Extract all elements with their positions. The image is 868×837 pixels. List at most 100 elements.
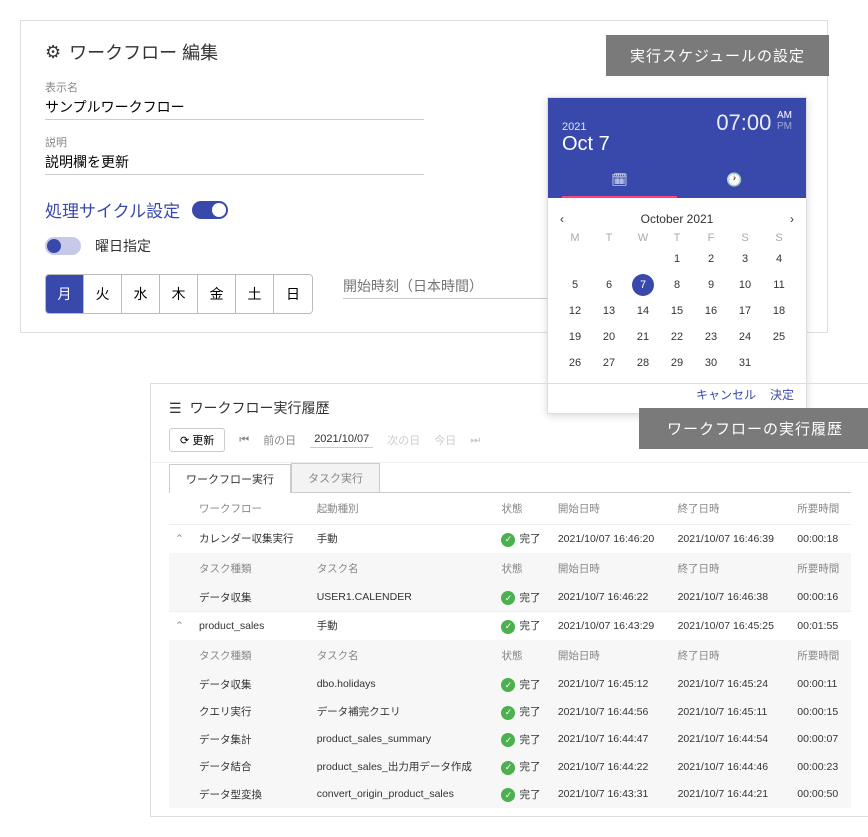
cell-task-kind: データ集計 xyxy=(193,726,311,754)
task-row: データ収集dbo.holidays✓完了2021/10/7 16:45:1220… xyxy=(169,671,851,699)
subheader-row: タスク種類タスク名状態開始日時終了日時所要時間 xyxy=(169,553,851,584)
dp-day[interactable]: 23 xyxy=(694,326,728,348)
description-input[interactable] xyxy=(45,152,424,175)
day-sat[interactable]: 土 xyxy=(236,275,274,313)
check-icon: ✓ xyxy=(501,761,515,775)
col-start: 開始日時 xyxy=(552,493,672,525)
task-row: データ型変換convert_origin_product_sales✓完了202… xyxy=(169,781,851,809)
cell-task-dur: 00:00:07 xyxy=(791,726,851,754)
dp-day[interactable]: 27 xyxy=(592,352,626,374)
dp-blank xyxy=(592,248,626,270)
cell-task-name: product_sales_summary xyxy=(311,726,496,754)
history-date[interactable]: 2021/10/07 xyxy=(310,433,373,448)
dp-day[interactable]: 24 xyxy=(728,326,762,348)
dp-day[interactable]: 18 xyxy=(762,300,796,322)
dp-day[interactable]: 31 xyxy=(728,352,762,374)
dp-day[interactable]: 6 xyxy=(592,274,626,296)
cycle-toggle[interactable] xyxy=(192,201,228,219)
dp-dow-head: T xyxy=(592,232,626,244)
dp-dow-head: S xyxy=(762,232,796,244)
dp-time[interactable]: 07:00 xyxy=(716,110,771,135)
dp-day[interactable]: 28 xyxy=(626,352,660,374)
day-sun[interactable]: 日 xyxy=(274,275,312,313)
day-tue[interactable]: 火 xyxy=(84,275,122,313)
check-icon: ✓ xyxy=(501,620,515,634)
check-icon: ✓ xyxy=(501,591,515,605)
dp-header: 2021 Oct 7 07:00 AM PM 🗓 🕐 xyxy=(548,98,806,198)
tab-workflow-exec[interactable]: ワークフロー実行 xyxy=(169,464,291,493)
dp-day[interactable]: 1 xyxy=(660,248,694,270)
refresh-label: 更新 xyxy=(192,435,214,447)
dp-day[interactable]: 12 xyxy=(558,300,592,322)
col-workflow: ワークフロー xyxy=(193,493,311,525)
prev-day[interactable]: 前の日 xyxy=(263,432,296,448)
cell-task-name: dbo.holidays xyxy=(311,671,496,699)
cell-dur: 00:01:55 xyxy=(791,612,851,640)
dp-day[interactable]: 8 xyxy=(660,274,694,296)
dp-day[interactable]: 2 xyxy=(694,248,728,270)
dp-date[interactable]: Oct 7 xyxy=(562,133,610,156)
task-row: クエリ実行データ補完クエリ✓完了2021/10/7 16:44:562021/1… xyxy=(169,698,851,726)
dp-day[interactable]: 16 xyxy=(694,300,728,322)
dp-day[interactable]: 20 xyxy=(592,326,626,348)
refresh-button[interactable]: ⟳ 更新 xyxy=(169,428,225,452)
cell-task-start: 2021/10/7 16:44:56 xyxy=(552,698,672,726)
dp-day[interactable]: 15 xyxy=(660,300,694,322)
dp-day[interactable]: 13 xyxy=(592,300,626,322)
dp-day[interactable]: 21 xyxy=(626,326,660,348)
cell-end: 2021/10/07 16:45:25 xyxy=(672,612,792,640)
cell-task-start: 2021/10/7 16:43:31 xyxy=(552,781,672,809)
dp-tab-time[interactable]: 🕐 xyxy=(677,164,792,198)
dp-day[interactable]: 22 xyxy=(660,326,694,348)
expand-caret[interactable]: ⌃ xyxy=(175,533,184,545)
dow-toggle[interactable] xyxy=(45,237,81,255)
expand-caret[interactable]: ⌃ xyxy=(175,620,184,632)
dp-day[interactable]: 3 xyxy=(728,248,762,270)
dp-day[interactable]: 19 xyxy=(558,326,592,348)
dp-day[interactable]: 30 xyxy=(694,352,728,374)
datetime-picker: 2021 Oct 7 07:00 AM PM 🗓 🕐 ‹ Octobe xyxy=(547,97,807,414)
day-mon[interactable]: 月 xyxy=(46,275,84,313)
cell-start: 2021/10/07 16:46:20 xyxy=(552,525,672,553)
dp-year[interactable]: 2021 xyxy=(562,121,610,133)
cell-task-name: convert_origin_product_sales xyxy=(311,781,496,809)
dp-day[interactable]: 29 xyxy=(660,352,694,374)
prev-day-first[interactable]: ⏮ xyxy=(239,434,249,447)
dp-day[interactable]: 5 xyxy=(558,274,592,296)
dp-day[interactable]: 7 xyxy=(632,274,654,296)
dp-next-month[interactable]: › xyxy=(790,212,794,226)
dp-pm[interactable]: PM xyxy=(777,121,792,132)
dp-day[interactable]: 9 xyxy=(694,274,728,296)
dp-day[interactable]: 4 xyxy=(762,248,796,270)
cell-task-status: ✓完了 xyxy=(495,753,551,781)
dp-day[interactable]: 26 xyxy=(558,352,592,374)
cell-task-end: 2021/10/7 16:46:38 xyxy=(672,584,792,612)
day-thu[interactable]: 木 xyxy=(160,275,198,313)
dp-prev-month[interactable]: ‹ xyxy=(560,212,564,226)
cycle-title: 処理サイクル設定 xyxy=(45,197,180,222)
subcol-status: 状態 xyxy=(495,553,551,584)
tab-task-exec[interactable]: タスク実行 xyxy=(291,463,380,492)
dp-day[interactable]: 11 xyxy=(762,274,796,296)
dp-day[interactable]: 14 xyxy=(626,300,660,322)
subcol-kind: タスク種類 xyxy=(193,553,311,584)
dp-am[interactable]: AM xyxy=(777,110,792,121)
day-fri[interactable]: 金 xyxy=(198,275,236,313)
dp-day[interactable]: 17 xyxy=(728,300,762,322)
dow-label: 曜日指定 xyxy=(95,236,151,256)
cell-task-kind: データ収集 xyxy=(193,584,311,612)
next-day-last[interactable]: ⏭ xyxy=(470,434,480,447)
next-day[interactable]: 次の日 xyxy=(387,432,420,448)
dp-ampm[interactable]: AM PM xyxy=(777,110,792,132)
dp-day[interactable]: 25 xyxy=(762,326,796,348)
day-wed[interactable]: 水 xyxy=(122,275,160,313)
cell-start: 2021/10/07 16:43:29 xyxy=(552,612,672,640)
cell-wf: product_sales xyxy=(193,612,311,640)
table-row: ⌃カレンダー収集実行手動✓完了2021/10/07 16:46:202021/1… xyxy=(169,525,851,553)
cell-task-kind: データ収集 xyxy=(193,671,311,699)
start-time-input[interactable] xyxy=(343,274,553,299)
dp-tab-date[interactable]: 🗓 xyxy=(562,164,677,198)
display-name-input[interactable] xyxy=(45,97,424,120)
dp-day[interactable]: 10 xyxy=(728,274,762,296)
today-link[interactable]: 今日 xyxy=(434,432,456,448)
